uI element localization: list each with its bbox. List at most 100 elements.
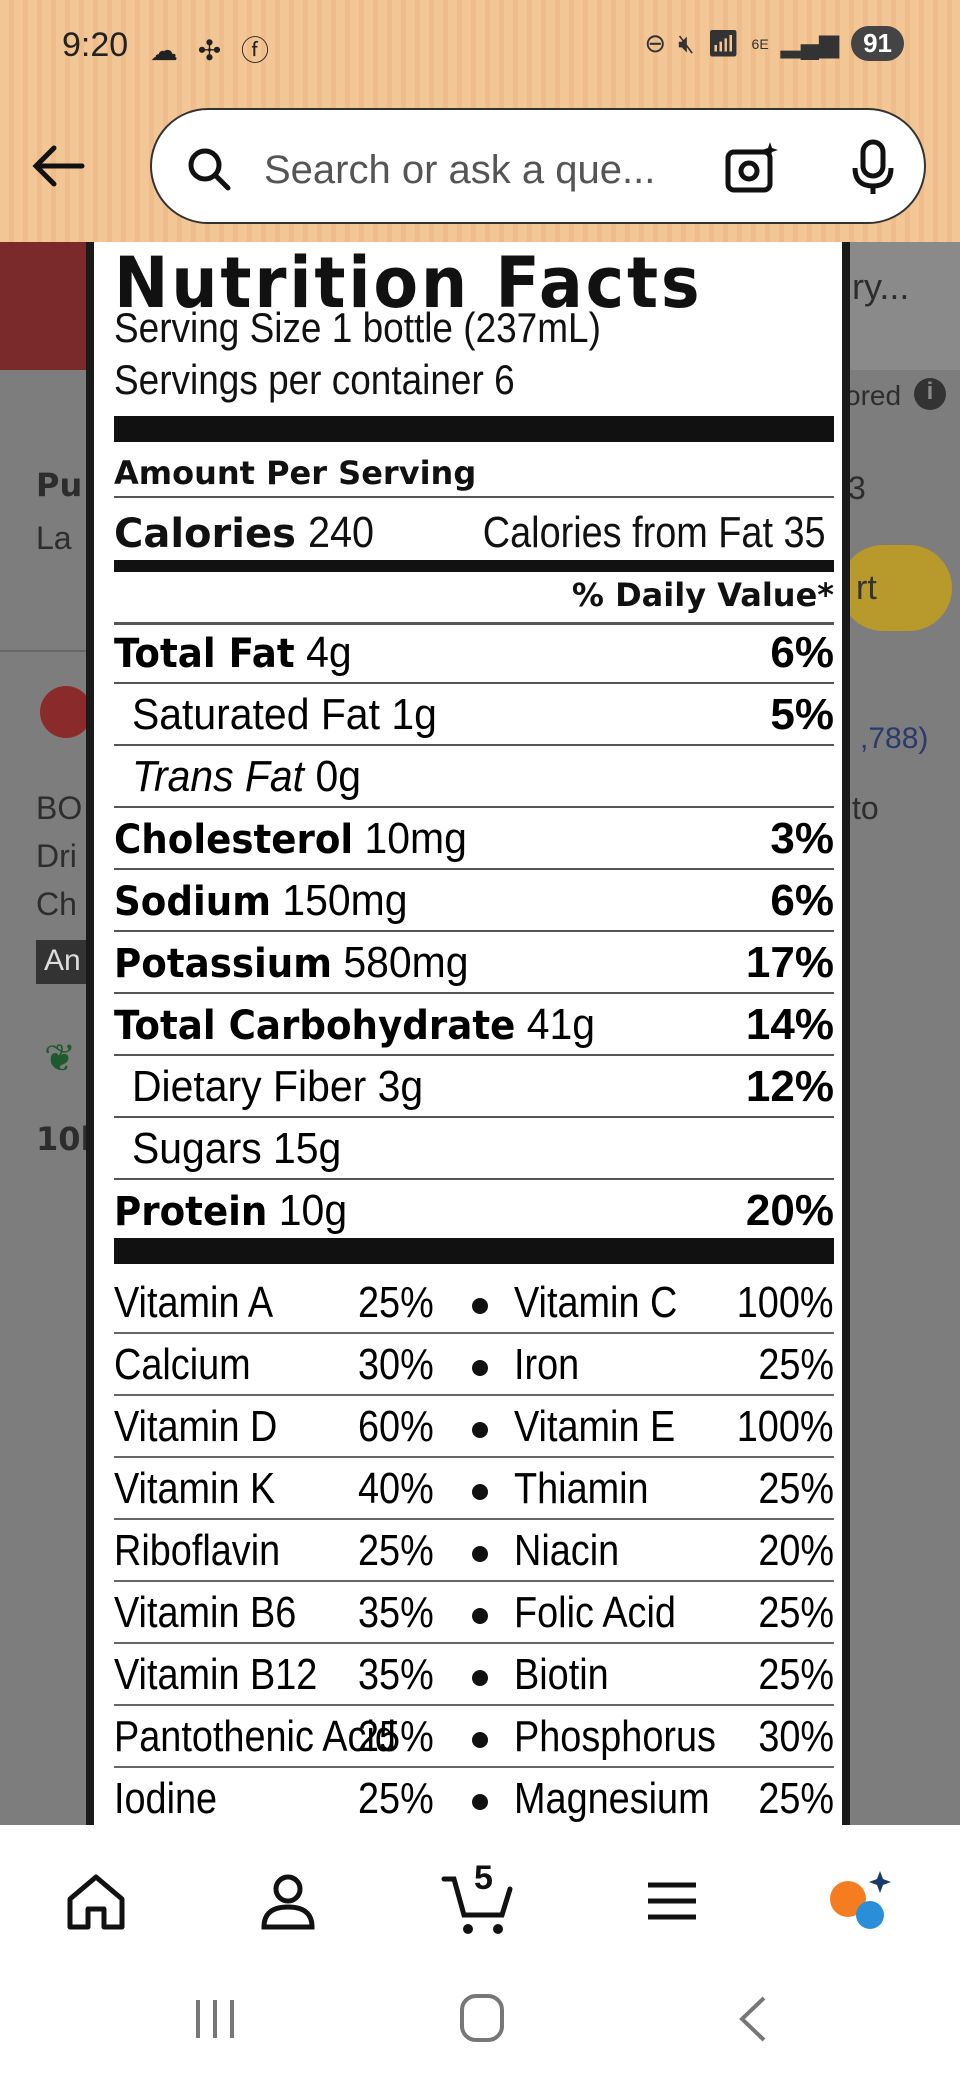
microphone-icon[interactable]: [848, 138, 898, 198]
vitamin-daily-value: 25%: [358, 1712, 434, 1761]
battery-level: 91: [851, 26, 904, 61]
signal-icon: ▂▄▆: [780, 28, 840, 58]
brand-logo: [40, 686, 92, 738]
result-subtitle-fragment: La: [36, 520, 72, 556]
vitamin-name: Phosphorus: [514, 1712, 716, 1761]
bullet-dot: [472, 1298, 488, 1314]
vitamin-row: Vitamin K 40% Thiamin 25%: [114, 1458, 834, 1520]
search-icon: [188, 148, 231, 191]
nutrient-name: Total Carbohydrate 41g: [114, 1000, 595, 1050]
account-icon[interactable]: [252, 1865, 324, 1937]
menu-icon[interactable]: [636, 1865, 708, 1937]
rufus-assistant-icon[interactable]: [824, 1865, 896, 1937]
result-title-fragment-2: Pu: [36, 466, 83, 504]
recent-apps-icon[interactable]: [192, 1996, 238, 2042]
nutrient-daily-value: 14%: [745, 1000, 834, 1049]
search-bar[interactable]: Search or ask a que...: [150, 108, 926, 224]
result-text-fragment: to: [852, 790, 879, 826]
vitamin-name: Folic Acid: [514, 1588, 676, 1637]
vitamin-daily-value: 100%: [737, 1402, 834, 1451]
search-input[interactable]: Search or ask a que...: [264, 148, 655, 193]
nutrient-name: Potassium 580mg: [114, 938, 469, 988]
nutrient-amount: 1g: [391, 690, 437, 739]
nutrient-name: Total Fat 4g: [114, 628, 352, 678]
brand-line-3: Ch: [36, 886, 77, 922]
nutrient-row: Saturated Fat 1g 5%: [114, 684, 834, 746]
nutrient-label: Sugars: [132, 1124, 262, 1173]
nutrient-daily-value: 5%: [770, 690, 834, 739]
vitamin-daily-value: 25%: [358, 1774, 434, 1823]
vitamin-name: Magnesium: [514, 1774, 710, 1823]
nutrient-label: Trans Fat: [132, 752, 305, 801]
sponsored-label: ored: [845, 380, 902, 411]
vitamin-daily-value: 20%: [758, 1526, 834, 1575]
cart-button[interactable]: 5: [440, 1859, 520, 1939]
nutrient-label: Dietary Fiber: [132, 1062, 367, 1111]
app-header: Search or ask a que...: [0, 100, 960, 242]
vitamin-daily-value: 100%: [737, 1278, 834, 1327]
nutrient-label: Total Carbohydrate: [114, 1003, 516, 1049]
nutrient-row: Cholesterol 10mg 3%: [114, 808, 834, 870]
dnd-icon: ⊖: [644, 28, 667, 58]
nutrient-label: Potassium: [114, 941, 332, 987]
vitamin-name: Niacin: [514, 1526, 620, 1575]
calories-row: Calories 240 Calories from Fat 35: [114, 508, 826, 558]
vitamin-row: Vitamin D 60% Vitamin E 100%: [114, 1396, 834, 1458]
nutrient-label: Total Fat: [114, 631, 295, 677]
nutrient-amount: 41g: [526, 1000, 595, 1049]
home-system-icon[interactable]: [458, 1992, 506, 2044]
camera-search-icon[interactable]: [722, 138, 782, 198]
nutrient-amount: 580mg: [343, 938, 469, 987]
nutrient-amount: 10mg: [364, 814, 467, 863]
bullet-dot: [472, 1546, 488, 1562]
nutrition-facts-image: Nutrition Facts Serving Size 1 bottle (2…: [86, 242, 850, 1825]
notification-icons: ☁ ✣ ⓕ: [150, 35, 276, 66]
vitamin-row: Iodine 25% Magnesium 25%: [114, 1768, 834, 1825]
back-arrow-icon[interactable]: [30, 136, 90, 196]
nutrient-name: Protein 10g: [114, 1186, 347, 1236]
leaf-icon: ❦: [44, 1038, 76, 1080]
info-icon: i: [914, 378, 946, 410]
system-nav-bar: [0, 1960, 960, 2081]
home-icon[interactable]: [60, 1865, 132, 1937]
bullet-dot: [472, 1732, 488, 1748]
vitamin-row: Pantothenic Acid 25% Phosphorus 30%: [114, 1706, 834, 1768]
vitamin-daily-value: 25%: [758, 1774, 834, 1823]
add-to-cart-button[interactable]: rt: [840, 545, 952, 631]
vitamin-name: Iron: [514, 1340, 580, 1389]
vitamin-name: Vitamin D: [114, 1402, 278, 1451]
nutrient-name: Dietary Fiber 3g: [132, 1062, 423, 1112]
vitamin-daily-value: 60%: [358, 1402, 434, 1451]
vitamin-daily-value: 25%: [758, 1650, 834, 1699]
vitamin-daily-value: 25%: [758, 1588, 834, 1637]
amount-per-serving: Amount Per Serving: [114, 454, 477, 492]
nutrient-row: Potassium 580mg 17%: [114, 932, 834, 994]
vitamin-daily-value: 35%: [358, 1588, 434, 1637]
thick-divider: [114, 1238, 834, 1264]
calories-value: 240: [308, 508, 375, 557]
vitamin-name: Pantothenic Acid: [114, 1712, 396, 1761]
back-system-icon[interactable]: [734, 1994, 770, 2044]
serving-size: Serving Size 1 bottle (237mL): [114, 304, 601, 351]
nutrient-amount: 0g: [315, 752, 361, 801]
medium-divider: [114, 560, 834, 572]
brand-line-2: Dri: [36, 838, 77, 874]
nutrient-daily-value: 17%: [745, 938, 834, 987]
divider: [0, 650, 90, 652]
vitamin-daily-value: 25%: [758, 1464, 834, 1513]
vitamin-row: Riboflavin 25% Niacin 20%: [114, 1520, 834, 1582]
nutrient-label: Saturated Fat: [132, 690, 380, 739]
vitamin-row: Vitamin A 25% Vitamin C 100%: [114, 1272, 834, 1334]
vitamin-row: Calcium 30% Iron 25%: [114, 1334, 834, 1396]
vitamin-daily-value: 40%: [358, 1464, 434, 1513]
thick-divider: [114, 416, 834, 442]
nutrient-amount: 15g: [273, 1124, 342, 1173]
nutrient-amount: 3g: [377, 1062, 424, 1111]
vitamin-daily-value: 30%: [358, 1340, 434, 1389]
vitamin-daily-value: 35%: [358, 1650, 434, 1699]
servings-per-container: Servings per container 6: [114, 356, 515, 403]
result-price-fragment: 3: [848, 470, 866, 506]
nutrient-row: Sodium 150mg 6%: [114, 870, 834, 932]
bullet-dot: [472, 1422, 488, 1438]
nutrient-row: Protein 10g 20%: [114, 1180, 834, 1242]
